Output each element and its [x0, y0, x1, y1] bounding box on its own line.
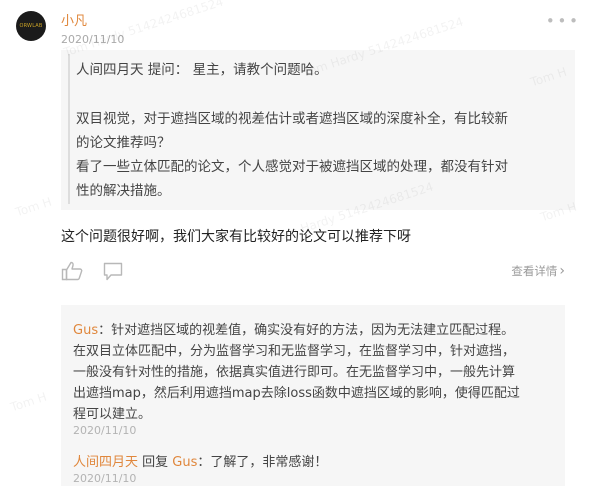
comment-thread: Gus：针对遮挡区域的视差值，确实没有好的方法，因为无法建立匹配过程。 在双目立… — [61, 305, 565, 486]
comment-line: 出遮挡map，然后利用遮挡map去除loss函数中遮挡区域的影响，使得匹配过 — [73, 386, 520, 401]
comment-bubble-icon[interactable] — [103, 262, 123, 281]
quote-line: 看了一些立体匹配的论文，个人感觉对于被遮挡区域的处理，都没有针对 — [76, 159, 508, 175]
reply-line: 人间四月天 回复 Gus：了解了，非常感谢！ — [73, 451, 327, 470]
comment-date: 2020/11/10 — [73, 424, 137, 437]
view-details-label: 查看详情 — [511, 264, 558, 278]
chevron-right-icon: › — [559, 263, 565, 279]
reply-target[interactable]: Gus — [172, 455, 197, 470]
quoted-question: 人间四月天 提问： 星主，请教个问题哈。 双目视觉，对于遮挡区域的视差估计或者遮… — [61, 50, 575, 210]
avatar-logo-text: ORWLAB — [19, 23, 43, 29]
quote-line: 性的解决措施。 — [76, 183, 171, 199]
quote-bar — [68, 54, 70, 204]
post-date: 2020/11/10 — [61, 33, 125, 46]
reply-date: 2020/11/10 — [73, 472, 137, 485]
post-body-text: 这个问题很好啊，我们大家有比较好的论文可以推荐下呀 — [61, 229, 411, 245]
comment-line: Gus：针对遮挡区域的视差值，确实没有好的方法，因为无法建立匹配过程。 — [73, 319, 514, 338]
reply-author[interactable]: 人间四月天 — [73, 455, 138, 470]
thumbs-up-icon[interactable] — [61, 261, 83, 281]
avatar[interactable]: ORWLAB — [16, 11, 46, 41]
comment-line: 一般没有针对性的措施，依据真实值进行即可。在无监督学习中，一般先计算 — [73, 365, 516, 380]
quote-line: 双目视觉，对于遮挡区域的视差估计或者遮挡区域的深度补全，有比较新 — [76, 111, 508, 127]
comment-line: 程可以建立。 — [73, 407, 152, 422]
view-details-link[interactable]: 查看详情 › — [511, 263, 565, 279]
ellipsis-icon[interactable]: • • • — [546, 12, 578, 30]
watermark: Tom H — [13, 194, 54, 220]
comment-text: ：针对遮挡区域的视差值，确实没有好的方法，因为无法建立匹配过程。 — [98, 323, 515, 338]
reply-word: 回复 — [138, 455, 173, 470]
post-author-name[interactable]: 小凡 — [61, 10, 87, 29]
reply-text: ：了解了，非常感谢！ — [197, 455, 328, 470]
comment-line: 在双目立体匹配中，分为监督学习和无监督学习，在监督学习中，针对遮挡， — [73, 344, 516, 359]
watermark: Tom H — [8, 389, 49, 415]
quote-line: 人间四月天 提问： 星主，请教个问题哈。 — [76, 62, 328, 78]
comment-author[interactable]: Gus — [73, 323, 98, 338]
quote-line: 的论文推荐吗？ — [76, 135, 171, 151]
